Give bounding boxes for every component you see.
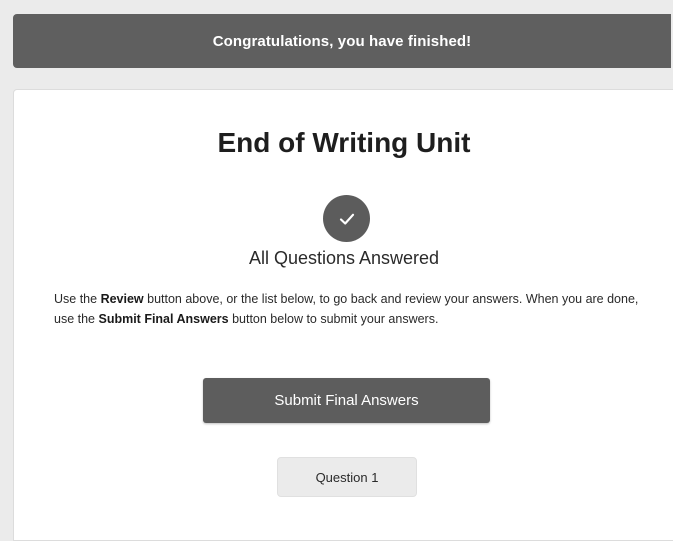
instructions-submit-bold: Submit Final Answers (98, 312, 229, 326)
submit-final-answers-button[interactable]: Submit Final Answers (203, 378, 490, 423)
completion-banner: Congratulations, you have finished! (13, 14, 671, 68)
instructions-part-1: Use the (54, 292, 101, 306)
end-of-unit-panel: End of Writing Unit All Questions Answer… (13, 89, 673, 541)
instructions-part-3: button below to submit your answers. (228, 312, 439, 326)
status-text: All Questions Answered (248, 248, 440, 268)
page-title: End of Writing Unit (217, 127, 471, 158)
question-1-button[interactable]: Question 1 (277, 457, 417, 497)
instructions-text: Use the Review button above, or the list… (54, 289, 654, 329)
checkmark-icon (323, 195, 370, 242)
instructions-review-bold: Review (100, 292, 144, 306)
checkmark-glyph (339, 213, 354, 225)
banner-message: Congratulations, you have finished! (212, 32, 472, 50)
